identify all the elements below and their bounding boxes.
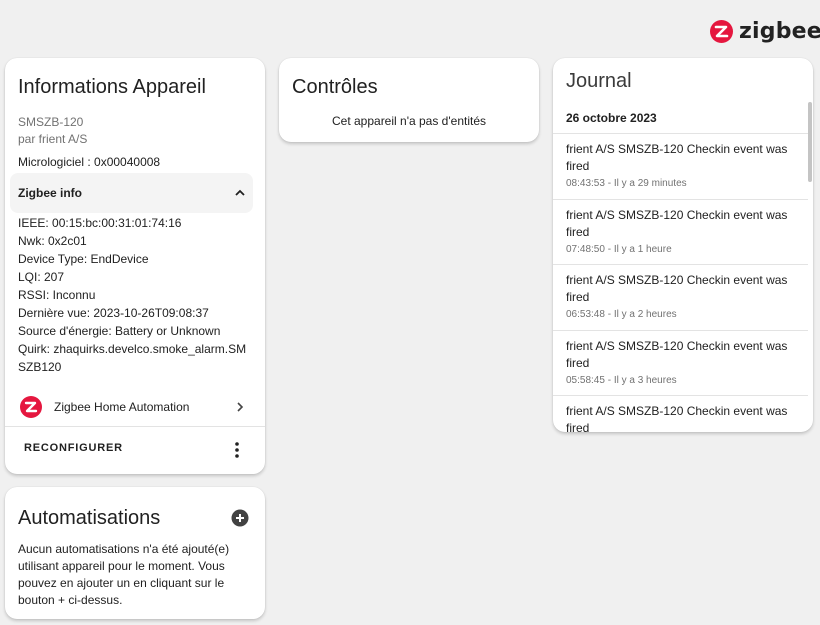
automations-card: Automatisations Aucun automatisations n'…	[5, 487, 265, 619]
more-vert-icon[interactable]	[229, 441, 245, 459]
info-lqi: LQI: 207	[18, 270, 65, 284]
controls-card: Contrôles Cet appareil n'a pas d'entités	[279, 58, 539, 142]
integration-name: Zigbee Home Automation	[54, 400, 190, 414]
automations-empty-text: Aucun automatisations n'a été ajouté(e) …	[18, 542, 230, 607]
journal-entry-message: frient A/S SMSZB-120 Checkin event was f…	[566, 273, 788, 304]
info-device-type: Device Type: EndDevice	[18, 252, 149, 266]
info-quirk: Quirk: zhaquirks.develco.smoke_alarm.SMS…	[18, 342, 247, 374]
journal-entry[interactable]: frient A/S SMSZB-120 Checkin event was f…	[553, 396, 808, 432]
reconfigure-button[interactable]: RECONFIGURER	[14, 438, 133, 458]
journal-entry-time: 07:48:50 - Il y a 1 heure	[566, 243, 672, 255]
integration-link[interactable]: Zigbee Home Automation	[5, 387, 265, 427]
info-rssi: RSSI: Inconnu	[18, 288, 96, 302]
info-nwk: Nwk: 0x2c01	[18, 234, 87, 248]
journal-list[interactable]: frient A/S SMSZB-120 Checkin event was f…	[553, 134, 808, 432]
zigbee-info-list: IEEE: 00:15:bc:00:31:01:74:16 Nwk: 0x2c0…	[18, 214, 254, 376]
journal-entry-message: frient A/S SMSZB-120 Checkin event was f…	[566, 404, 788, 432]
journal-entry[interactable]: frient A/S SMSZB-120 Checkin event was f…	[553, 331, 808, 396]
journal-entry-time: 06:53:48 - Il y a 2 heures	[566, 309, 677, 320]
zigbee-logo: zigbee	[710, 16, 820, 46]
info-last-seen: Dernière vue: 2023-10-26T09:08:37	[18, 306, 209, 320]
journal-entry[interactable]: frient A/S SMSZB-120 Checkin event was f…	[553, 134, 808, 200]
device-model: SMSZB-120	[18, 115, 84, 129]
zigbee-info-label: Zigbee info	[18, 186, 82, 200]
zigbee-wordmark: zigbee	[739, 18, 820, 44]
card-divider	[5, 426, 265, 427]
automations-title: Automatisations	[18, 507, 161, 529]
info-ieee: IEEE: 00:15:bc:00:31:01:74:16	[18, 216, 182, 230]
controls-empty-text: Cet appareil n'a pas d'entités	[331, 114, 486, 128]
zigbee-logo-icon	[710, 19, 733, 43]
journal-entry-time: 08:43:53 - Il y a 29 minutes	[566, 178, 687, 189]
journal-scrollbar[interactable]	[808, 102, 812, 182]
journal-entry[interactable]: frient A/S SMSZB-120 Checkin event was f…	[553, 200, 808, 265]
journal-title: Journal	[566, 70, 632, 92]
device-info-title: Informations Appareil	[18, 76, 206, 98]
device-info-card: Informations Appareil SMSZB-120 par frie…	[5, 58, 265, 474]
controls-title: Contrôles	[292, 76, 378, 98]
journal-entry-message: frient A/S SMSZB-120 Checkin event was f…	[566, 338, 788, 370]
journal-entry-message: frient A/S SMSZB-120 Checkin event was f…	[566, 207, 788, 239]
info-power-source: Source d'énergie: Battery or Unknown	[18, 324, 221, 338]
chevron-up-icon	[233, 186, 247, 200]
zigbee-info-toggle[interactable]: Zigbee info	[10, 173, 253, 213]
chevron-right-icon	[233, 400, 247, 414]
journal-entry-time: 05:58:45 - Il y a 3 heures	[566, 374, 677, 386]
device-manufacturer: par frient A/S	[18, 132, 88, 146]
journal-card: Journal 26 octobre 2023 frient A/S SMSZB…	[553, 58, 813, 432]
zigbee-integration-icon	[20, 396, 42, 418]
add-automation-icon[interactable]	[231, 509, 249, 527]
journal-date: 26 octobre 2023	[566, 111, 657, 125]
journal-entry-message: frient A/S SMSZB-120 Checkin event was f…	[566, 142, 788, 173]
device-firmware: Micrologiciel : 0x00040008	[18, 155, 161, 169]
journal-entry[interactable]: frient A/S SMSZB-120 Checkin event was f…	[553, 265, 808, 331]
